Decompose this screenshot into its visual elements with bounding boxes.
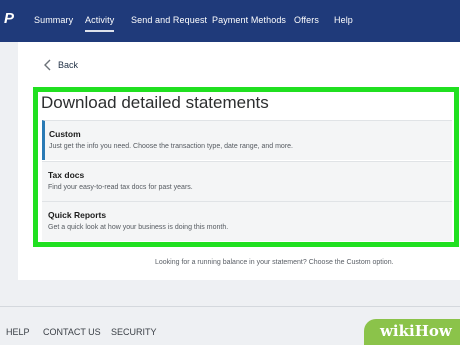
option-quick-reports-description: Get a quick look at how your business is… [48,224,229,231]
nav-item-send-and-request[interactable]: Send and Request [131,15,207,25]
nav-item-activity[interactable]: Activity [85,15,115,32]
option-custom[interactable]: Custom Just get the info you need. Choos… [42,120,452,160]
option-custom-description: Just get the info you need. Choose the t… [49,143,293,150]
wikihow-watermark-text: wikiHow [380,322,452,340]
option-tax-docs-description: Find your easy-to-read tax docs for past… [48,184,193,191]
statements-title: Download detailed statements [41,93,269,112]
chevron-left-icon [44,59,51,71]
wikihow-watermark: wikiHow [364,319,460,345]
footer-link-security[interactable]: SECURITY [111,327,157,337]
option-tax-docs[interactable]: Tax docs Find your easy-to-read tax docs… [42,161,452,201]
running-balance-hint: Looking for a running balance in your st… [155,259,394,266]
option-tax-docs-label: Tax docs [48,170,85,180]
footer-divider [0,306,460,307]
back-label: Back [58,60,79,70]
footer-link-help[interactable]: HELP [6,327,30,337]
option-quick-reports[interactable]: Quick Reports Get a quick look at how yo… [42,201,452,241]
footer-link-contact-us[interactable]: CONTACT US [43,327,101,337]
option-custom-label: Custom [49,129,81,139]
nav-item-payment-methods[interactable]: Payment Methods [212,15,286,25]
back-link[interactable]: Back [42,58,78,72]
nav-item-offers[interactable]: Offers [294,15,319,25]
nav-item-summary[interactable]: Summary [34,15,73,25]
option-quick-reports-label: Quick Reports [48,210,107,220]
paypal-logo-icon[interactable]: P [4,10,20,28]
nav-item-help[interactable]: Help [334,15,353,25]
top-navigation-bar: P Summary Activity Send and Request Paym… [0,0,460,42]
